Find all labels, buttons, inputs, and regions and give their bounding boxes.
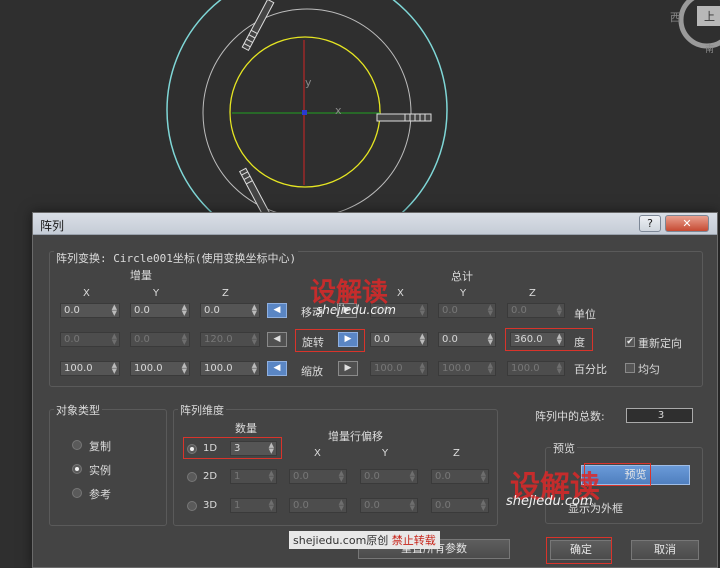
instance-radio[interactable] <box>72 464 82 474</box>
inc-axis-z: Z <box>222 288 229 299</box>
cancel-button[interactable]: 取消 <box>631 540 699 560</box>
offset-axis-y: Y <box>382 448 389 459</box>
rotate-inc-z[interactable]: 120.0 ▲ ▼ <box>200 332 260 347</box>
inc-axis-y: Y <box>153 288 160 299</box>
rotate-left-arrow-button[interactable]: ◀ <box>267 332 287 347</box>
watermark-site-bottom: shejiedu.com <box>506 494 593 509</box>
increment-label: 增量 <box>130 269 152 282</box>
offset-label: 增量行偏移 <box>328 430 383 443</box>
array-dialog: 阵列 ? ✕ 阵列变换: Circle001坐标(使用变换坐标中心) 增量 总计… <box>32 212 718 568</box>
tot-axis-x: X <box>397 288 404 299</box>
dim-2d-radio[interactable] <box>187 472 197 482</box>
total-label: 总计 <box>451 270 473 283</box>
viewcube-top-label[interactable]: 上 <box>704 8 715 24</box>
move-inc-x[interactable]: 0.0 ▲ ▼ <box>60 303 120 318</box>
watermark-bar-site: shejiedu.com原创 <box>293 534 389 547</box>
dim-1d-label: 1D <box>203 443 218 454</box>
dim-2d-offset-x[interactable]: 0.0 ▲ ▼ <box>289 469 347 484</box>
scale-right-arrow-button[interactable]: ▶ <box>338 361 358 376</box>
viewcube-west-label[interactable]: 西 <box>670 9 681 25</box>
tot-axis-z: Z <box>529 288 536 299</box>
scale-tot-y[interactable]: 100.0 ▲ ▼ <box>438 361 496 376</box>
axis-x-label: x <box>335 104 342 117</box>
dialog-title: 阵列 <box>40 219 65 233</box>
copy-radio[interactable] <box>72 440 82 450</box>
units-label: 单位 <box>574 308 596 321</box>
dim-2d-offset-z[interactable]: 0.0 ▲ ▼ <box>431 469 489 484</box>
scale-tot-x[interactable]: 100.0 ▲ ▼ <box>370 361 428 376</box>
handle-right <box>376 113 432 122</box>
move-left-arrow-button[interactable]: ◀ <box>267 303 287 318</box>
axis-y-label: y <box>305 76 312 89</box>
rotate-inc-y[interactable]: 0.0 ▲ ▼ <box>130 332 190 347</box>
count-label: 数量 <box>235 422 257 435</box>
dim-3d-radio[interactable] <box>187 501 197 511</box>
rotate-label: 旋转 <box>302 336 324 349</box>
rotate-right-arrow-button[interactable]: ▶ <box>338 332 358 347</box>
instance-label: 实例 <box>89 464 111 477</box>
dim-2d-offset-y[interactable]: 0.0 ▲ ▼ <box>360 469 418 484</box>
scale-label: 缩放 <box>301 365 323 378</box>
tot-axis-y: Y <box>460 288 467 299</box>
watermark-bar-note: 禁止转载 <box>391 534 436 547</box>
dim-2d-label: 2D <box>203 471 218 482</box>
watermark-bar: shejiedu.com原创 禁止转载 <box>289 531 440 549</box>
move-tot-z[interactable]: 0.0 ▲ ▼ <box>507 303 565 318</box>
help-button[interactable]: ? <box>639 215 661 232</box>
total-count-label: 阵列中的总数: <box>535 410 605 423</box>
reference-label: 参考 <box>89 488 111 501</box>
dim-3d-offset-x[interactable]: 0.0 ▲ ▼ <box>289 498 347 513</box>
rotate-tot-y[interactable]: 0.0 ▲ ▼ <box>438 332 496 347</box>
inc-axis-x: X <box>83 288 90 299</box>
degrees-label: 度 <box>574 336 585 349</box>
rotate-tot-x[interactable]: 0.0 ▲ ▼ <box>370 332 428 347</box>
scale-left-arrow-button[interactable]: ◀ <box>267 361 287 376</box>
array-dimensions-title: 阵列维度 <box>178 402 226 418</box>
handle-top <box>241 0 275 52</box>
scale-tot-z[interactable]: 100.0 ▲ ▼ <box>507 361 565 376</box>
total-count-field: 3 <box>626 408 693 423</box>
move-inc-y[interactable]: 0.0 ▲ ▼ <box>130 303 190 318</box>
reference-radio[interactable] <box>72 488 82 498</box>
viewcube-south-label[interactable]: 南 <box>705 42 714 55</box>
rotate-tot-z[interactable]: 360.0 ▲ ▼ <box>510 332 565 347</box>
pivot-marker <box>302 110 307 115</box>
offset-axis-z: Z <box>453 448 460 459</box>
dim-2d-count[interactable]: 1 ▲ ▼ <box>230 469 277 484</box>
ok-button[interactable]: 确定 <box>550 540 612 560</box>
dim-3d-offset-y[interactable]: 0.0 ▲ ▼ <box>360 498 418 513</box>
dim-1d-count[interactable]: 3 ▲ ▼ <box>230 441 277 456</box>
dim-3d-label: 3D <box>203 500 218 511</box>
dialog-titlebar[interactable]: 阵列 ? ✕ <box>33 213 717 235</box>
object-type-title: 对象类型 <box>54 402 102 418</box>
copy-label: 复制 <box>89 440 111 453</box>
array-transform-header: 阵列变换: Circle001坐标(使用变换坐标中心) <box>54 250 299 266</box>
dim-1d-radio[interactable] <box>187 444 197 454</box>
offset-axis-x: X <box>314 448 321 459</box>
reorient-checkbox[interactable]: ✔ <box>625 337 635 347</box>
uniform-label: 均匀 <box>638 363 660 376</box>
preview-title: 预览 <box>551 440 577 456</box>
uniform-checkbox[interactable] <box>625 363 635 373</box>
close-button[interactable]: ✕ <box>665 215 709 232</box>
watermark-site-top: shejiedu.com <box>316 303 396 317</box>
scale-inc-z[interactable]: 100.0 ▲ ▼ <box>200 361 260 376</box>
scale-inc-y[interactable]: 100.0 ▲ ▼ <box>130 361 190 376</box>
rotate-inc-x[interactable]: 0.0 ▲ ▼ <box>60 332 120 347</box>
move-inc-z[interactable]: 0.0 ▲ ▼ <box>200 303 260 318</box>
scale-inc-x[interactable]: 100.0 ▲ ▼ <box>60 361 120 376</box>
percent-label: 百分比 <box>574 363 607 376</box>
dim-3d-offset-z[interactable]: 0.0 ▲ ▼ <box>431 498 489 513</box>
dim-3d-count[interactable]: 1 ▲ ▼ <box>230 498 277 513</box>
reorient-label: 重新定向 <box>638 337 682 350</box>
move-tot-y[interactable]: 0.0 ▲ ▼ <box>438 303 496 318</box>
